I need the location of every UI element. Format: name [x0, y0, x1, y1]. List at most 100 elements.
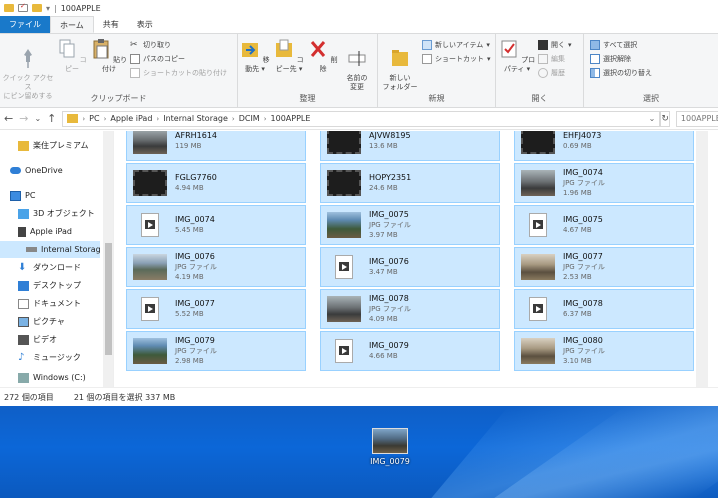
new-folder-quick-icon[interactable]	[32, 4, 42, 12]
file-tile[interactable]: IMG_0076 JPG ファイル 4.19 MB	[126, 247, 306, 287]
file-tile[interactable]: IMG_0075 JPG ファイル 3.97 MB	[320, 205, 500, 245]
open-icon	[538, 39, 548, 50]
nav-item-documents[interactable]: ドキュメント	[0, 295, 100, 312]
file-tile[interactable]: IMG_0077 JPG ファイル 2.53 MB	[514, 247, 694, 287]
file-tile[interactable]: IMG_0076 3.47 MB	[320, 247, 500, 287]
select-group-label: 選択	[643, 94, 659, 103]
new-item-button[interactable]: 新しいアイテム ▾	[422, 38, 490, 51]
address-bar[interactable]: › PC › Apple iPad › Internal Storage › D…	[62, 110, 661, 127]
nav-item-onedrive[interactable]: OneDrive	[0, 162, 100, 179]
nav-item-pictures[interactable]: ピクチャ	[0, 313, 100, 330]
breadcrumb-100apple[interactable]: 100APPLE	[271, 114, 311, 123]
windows-drive-icon	[18, 372, 29, 383]
file-tile[interactable]: IMG_0074 5.45 MB	[126, 205, 306, 245]
tab-file[interactable]: ファイル	[0, 16, 50, 33]
file-meta: IMG_0078 JPG ファイル 4.09 MB	[369, 294, 411, 324]
invert-selection-button[interactable]: 選択の切り替え	[590, 66, 652, 79]
cube-icon	[18, 208, 29, 219]
nav-scrollbar[interactable]	[103, 131, 113, 387]
desktop-icon	[18, 280, 29, 291]
delete-button[interactable]: 削除	[308, 38, 338, 74]
content-scrollbar[interactable]	[696, 131, 708, 387]
tab-view[interactable]: 表示	[128, 16, 162, 33]
image-thumbnail	[521, 170, 555, 196]
file-tile[interactable]: IMG_0075 4.67 MB	[514, 205, 694, 245]
open-button[interactable]: 開く ▾	[538, 38, 572, 51]
edit-button[interactable]: 編集	[538, 52, 565, 65]
file-tile[interactable]: IMG_0079 4.66 MB	[320, 331, 500, 371]
file-tile[interactable]: IMG_0077 5.52 MB	[126, 289, 306, 329]
desktop-file-label: IMG_0079	[370, 457, 410, 466]
tab-home[interactable]: ホーム	[50, 16, 94, 33]
properties-quick-icon[interactable]	[18, 2, 28, 12]
breadcrumb-dcim[interactable]: DCIM	[239, 114, 260, 123]
address-dropdown-icon[interactable]: ⌄	[649, 114, 656, 123]
organize-group-label: 整理	[299, 94, 316, 103]
breadcrumb-storage[interactable]: Internal Storage	[163, 114, 228, 123]
back-arrow-icon[interactable]: ←	[4, 112, 13, 125]
desktop-file-icon[interactable]: IMG_0079	[364, 428, 416, 466]
cut-button[interactable]: ✂ 切り取り	[130, 38, 171, 51]
file-tile[interactable]: AJVW8195 13.6 MB	[320, 131, 500, 161]
select-none-icon	[590, 53, 600, 64]
file-tile[interactable]: FGLG7760 4.94 MB	[126, 163, 306, 203]
file-tile[interactable]: IMG_0078 JPG ファイル 4.09 MB	[320, 289, 500, 329]
nav-item-rakuju[interactable]: 楽住プレミアム	[0, 137, 100, 154]
file-tile[interactable]: IMG_0080 JPG ファイル 3.10 MB	[514, 331, 694, 371]
nav-item-ipad[interactable]: Apple iPad	[0, 223, 100, 240]
folder-icon	[67, 114, 79, 123]
copy-path-button[interactable]: パスのコピー	[130, 52, 185, 65]
paste-icon	[93, 39, 109, 59]
file-name: IMG_0079	[175, 336, 215, 345]
nav-item-pc[interactable]: PC	[0, 187, 100, 204]
select-all-button[interactable]: すべて選択	[590, 38, 637, 51]
history-button[interactable]: 履歴	[538, 66, 565, 79]
breadcrumb-pc[interactable]: PC	[89, 114, 99, 123]
select-none-button[interactable]: 選択解除	[590, 52, 631, 65]
paste-button[interactable]: 貼り付け	[90, 38, 128, 74]
pin-quick-access-button[interactable]: クイック アクセス にピン留めする	[2, 38, 54, 101]
copy-button[interactable]: コピー	[54, 38, 90, 74]
file-size: 2.98 MB	[175, 357, 204, 365]
nav-item-3d[interactable]: 3D オブジェクト	[0, 205, 100, 222]
nav-item-desktop[interactable]: デスクトップ	[0, 277, 100, 294]
properties-button[interactable]: プロパティ ▾	[498, 38, 536, 74]
refresh-icon[interactable]: ↻	[660, 110, 670, 127]
file-name: FGLG7760	[175, 173, 217, 182]
file-tile[interactable]: AFRH1614 119 MB	[126, 131, 306, 161]
tab-share[interactable]: 共有	[94, 16, 128, 33]
forward-arrow-icon[interactable]: →	[19, 112, 28, 125]
copy-to-button[interactable]: コピー先 ▾	[272, 38, 306, 74]
shortcut-button[interactable]: ショートカット ▾	[422, 52, 491, 65]
file-tile[interactable]: IMG_0078 6.37 MB	[514, 289, 694, 329]
video-file-icon	[327, 338, 361, 364]
breadcrumb-ipad[interactable]: Apple iPad	[110, 114, 152, 123]
folder-icon	[4, 4, 14, 12]
file-tile[interactable]: IMG_0079 JPG ファイル 2.98 MB	[126, 331, 306, 371]
move-to-button[interactable]: 移動先 ▾	[238, 38, 272, 74]
recent-chevron-icon[interactable]: ⌄	[34, 114, 41, 123]
folder-icon	[18, 140, 29, 151]
nav-item-internal-storage[interactable]: Internal Storag	[0, 241, 100, 258]
file-tile[interactable]: EHFJ4073 0.69 MB	[514, 131, 694, 161]
file-tile[interactable]: HOPY2351 24.6 MB	[320, 163, 500, 203]
paste-shortcut-button[interactable]: ショートカットの貼り付け	[130, 66, 227, 79]
file-tile[interactable]: IMG_0074 JPG ファイル 1.96 MB	[514, 163, 694, 203]
nav-item-videos[interactable]: ビデオ	[0, 331, 100, 348]
file-type: JPG ファイル	[369, 305, 411, 313]
rename-button[interactable]: 名前の 変更	[338, 38, 376, 92]
new-folder-button[interactable]: 新しい フォルダー	[380, 38, 420, 92]
search-input[interactable]: 100APPLE	[675, 110, 718, 127]
nav-item-downloads[interactable]: ⬇ ダウンロード	[0, 259, 100, 276]
file-name: IMG_0076	[175, 252, 215, 261]
video-thumbnail	[521, 131, 555, 154]
nav-scrollbar-thumb[interactable]	[105, 243, 112, 355]
nav-item-music[interactable]: ♪ ミュージック	[0, 349, 100, 366]
file-name: IMG_0080	[563, 336, 603, 345]
video-file-icon	[521, 212, 555, 238]
file-size: 5.45 MB	[175, 226, 204, 234]
download-icon: ⬇	[18, 261, 27, 273]
chevron-down-icon[interactable]: ▾	[46, 4, 50, 13]
nav-item-windows-c[interactable]: Windows (C:)	[0, 369, 100, 386]
up-arrow-icon[interactable]: ↑	[47, 112, 56, 125]
